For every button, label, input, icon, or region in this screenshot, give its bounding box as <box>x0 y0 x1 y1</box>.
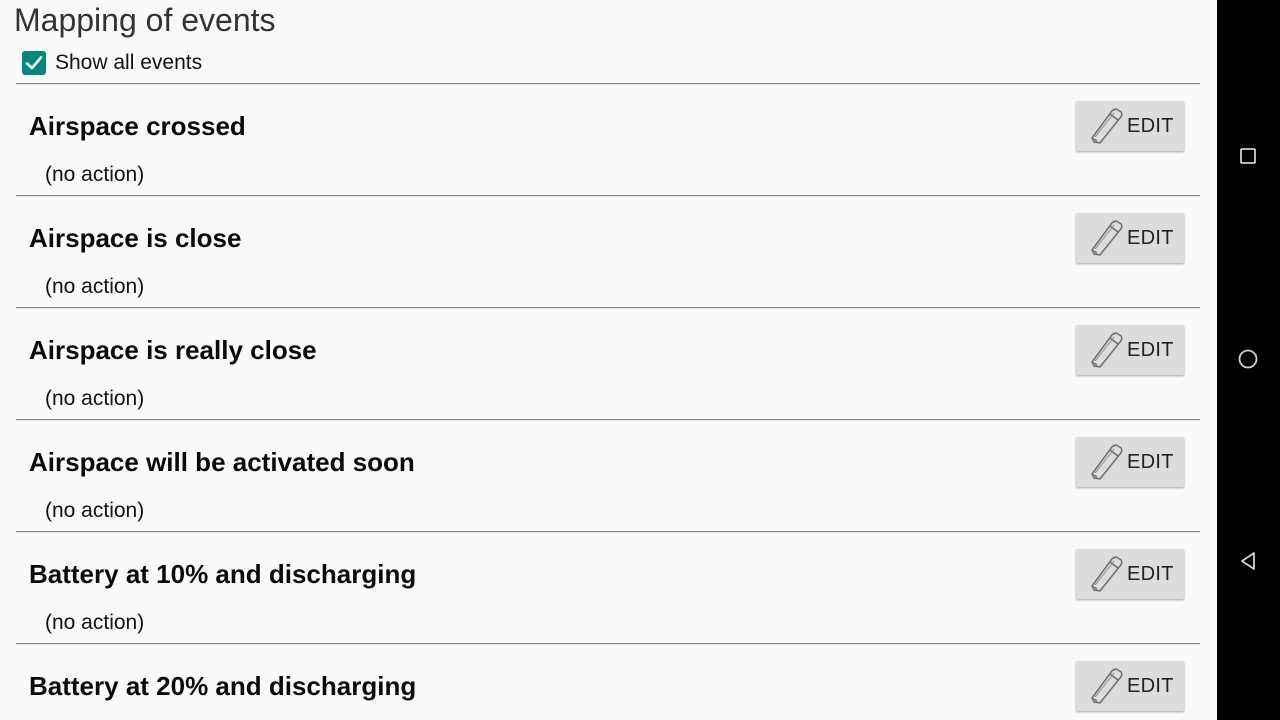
event-row: Airspace crossed (no action) EDIT <box>16 85 1200 195</box>
home-button[interactable] <box>1228 339 1268 379</box>
pencil-icon <box>1091 556 1123 592</box>
edit-button[interactable]: EDIT <box>1076 661 1184 711</box>
edit-button[interactable]: EDIT <box>1076 213 1184 263</box>
back-triangle-icon <box>1241 552 1255 570</box>
pencil-icon <box>1091 220 1123 256</box>
show-all-events-toggle[interactable]: Show all events <box>22 50 202 76</box>
pencil-icon <box>1091 444 1123 480</box>
recents-button[interactable] <box>1228 136 1268 176</box>
event-action: (no action) <box>45 163 145 186</box>
edit-button[interactable]: EDIT <box>1076 325 1184 375</box>
event-row: Airspace is really close (no action) EDI… <box>16 309 1200 419</box>
show-all-checkbox[interactable] <box>22 51 46 75</box>
recents-square-icon <box>1240 148 1256 164</box>
back-button[interactable] <box>1228 541 1268 581</box>
event-row: Battery at 20% and discharging EDIT <box>16 645 1200 720</box>
event-name: Battery at 10% and discharging <box>29 559 417 589</box>
event-row: Airspace will be activated soon (no acti… <box>16 421 1200 531</box>
edit-button[interactable]: EDIT <box>1076 549 1184 599</box>
edit-label: EDIT <box>1127 562 1174 585</box>
edit-label: EDIT <box>1127 338 1174 361</box>
checkmark-icon <box>25 56 43 70</box>
pencil-icon <box>1091 668 1123 704</box>
event-list: Airspace crossed (no action) EDIT Airspa… <box>16 83 1200 720</box>
edit-button[interactable]: EDIT <box>1076 101 1184 151</box>
edit-label: EDIT <box>1127 226 1174 249</box>
screen: Mapping of events Show all events Airspa… <box>0 0 1280 720</box>
event-mapping-screen: Mapping of events Show all events Airspa… <box>0 0 1217 720</box>
edit-label: EDIT <box>1127 114 1174 137</box>
edit-label: EDIT <box>1127 450 1174 473</box>
edit-button[interactable]: EDIT <box>1076 437 1184 487</box>
event-name: Battery at 20% and discharging <box>29 671 417 701</box>
event-name: Airspace is close <box>29 223 242 253</box>
event-action: (no action) <box>45 499 145 522</box>
page-title: Mapping of events <box>14 2 276 38</box>
event-name: Airspace crossed <box>29 111 246 141</box>
pencil-icon <box>1091 332 1123 368</box>
event-action: (no action) <box>45 387 145 410</box>
system-navigation-bar <box>1217 0 1280 720</box>
event-action: (no action) <box>45 275 145 298</box>
event-row: Airspace is close (no action) EDIT <box>16 197 1200 307</box>
event-name: Airspace is really close <box>29 335 317 365</box>
event-name: Airspace will be activated soon <box>29 447 415 477</box>
edit-label: EDIT <box>1127 674 1174 697</box>
home-circle-icon <box>1238 349 1258 369</box>
show-all-label: Show all events <box>55 51 203 74</box>
pencil-icon <box>1091 108 1123 144</box>
event-action: (no action) <box>45 611 145 634</box>
event-row: Battery at 10% and discharging (no actio… <box>16 533 1200 643</box>
